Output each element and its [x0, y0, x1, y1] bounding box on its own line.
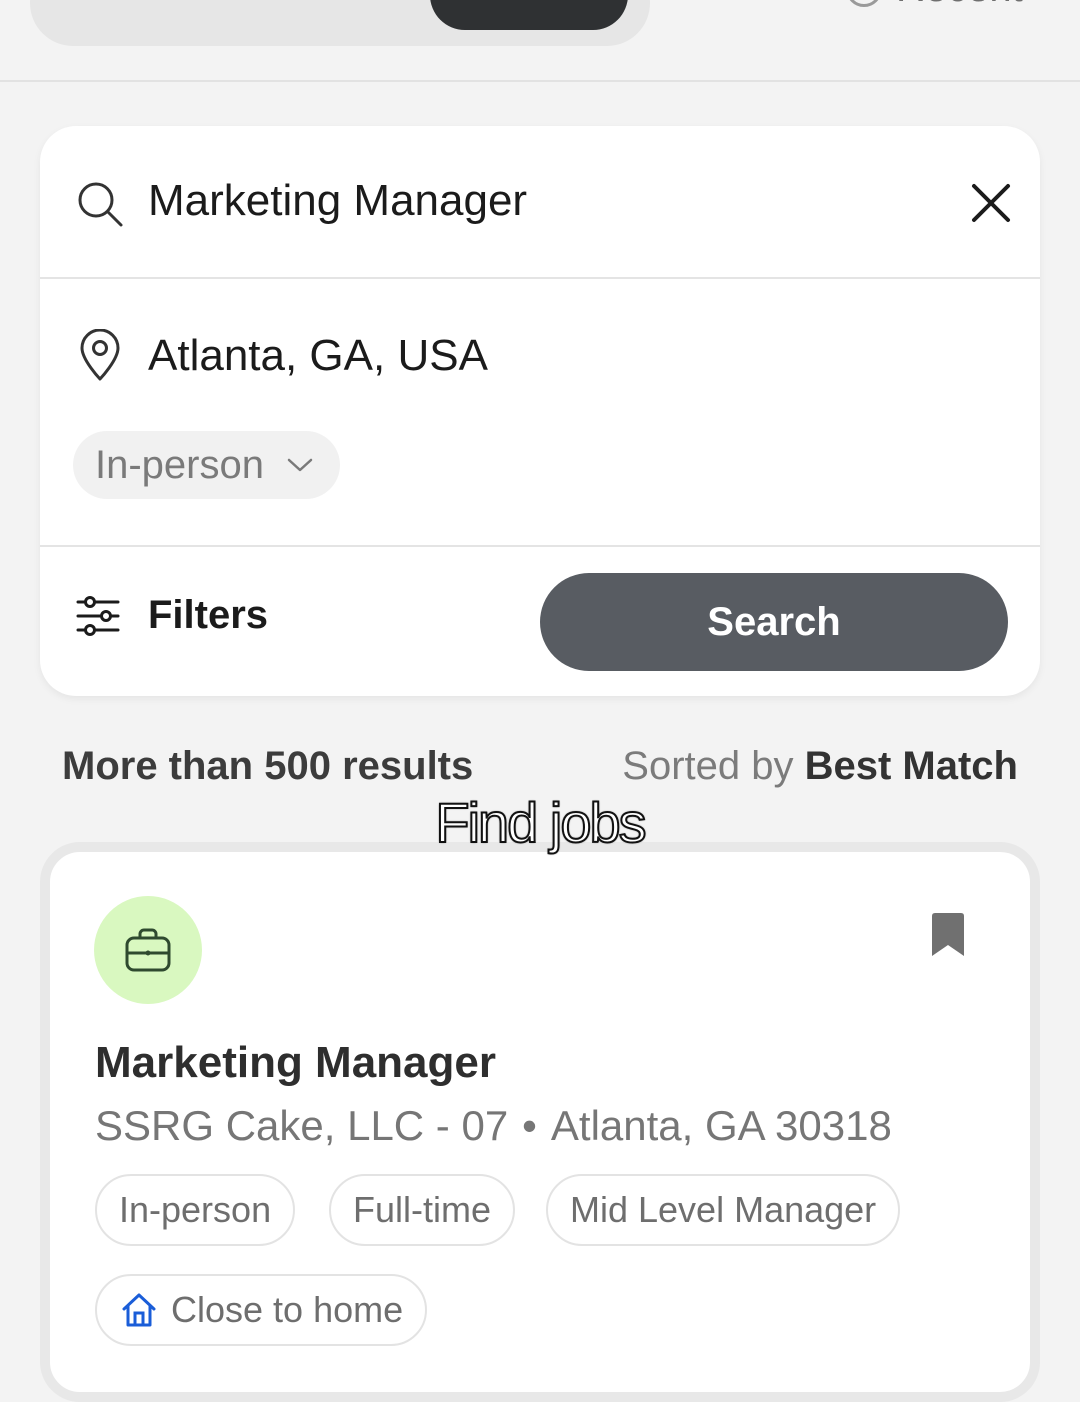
filters-label: Filters [148, 593, 269, 637]
sort-value: Best Match [804, 744, 1018, 788]
clock-icon [846, 0, 882, 7]
close-icon[interactable] [966, 178, 1016, 228]
job-company: SSRG Cake, LLC - 07 [95, 1102, 509, 1149]
filters-button[interactable]: Filters [76, 593, 268, 638]
tag-commute: Close to home [95, 1274, 428, 1346]
meta-separator: • [522, 1102, 537, 1149]
job-card[interactable]: Marketing Manager SSRG Cake, LLC - 07 • At… [40, 842, 1040, 1402]
chevron-down-icon [287, 458, 313, 472]
keyword-search-input[interactable] [148, 171, 928, 231]
job-company-location: SSRG Cake, LLC - 07 • Atlanta, GA 30318 [95, 1102, 892, 1150]
location-input[interactable] [148, 326, 928, 386]
location-pin-icon [80, 329, 120, 381]
tag-work-type: In-person [95, 1174, 296, 1246]
filters-icon [76, 595, 120, 636]
sort-prefix: Sorted by [622, 744, 794, 788]
video-caption: Find jobs [434, 790, 647, 855]
tag-employment-type: Full-time [329, 1174, 516, 1246]
company-logo [94, 896, 202, 1004]
briefcase-icon [125, 928, 171, 972]
commute-label: Close to home [171, 1289, 404, 1330]
bookmark-icon[interactable] [928, 912, 968, 958]
tag-seniority: Mid Level Manager [546, 1174, 901, 1246]
keyword-row [40, 126, 1040, 279]
job-location: Atlanta, GA 30318 [550, 1102, 892, 1149]
home-icon [122, 1293, 156, 1327]
search-button-label: Search [707, 599, 841, 644]
search-button[interactable]: Search [540, 573, 1008, 671]
search-card: In-person Filters Search [40, 126, 1040, 696]
location-row: In-person [40, 279, 1040, 547]
top-tab-bar: Recent [0, 0, 1080, 82]
active-segment-tab[interactable] [430, 0, 628, 30]
tab-recent-label: Recent [896, 0, 1023, 11]
search-actions-row: Filters Search [40, 547, 1040, 696]
work-type-dropdown[interactable]: In-person [73, 431, 340, 499]
results-count: More than 500 results [62, 744, 474, 788]
sort-selector[interactable]: Sorted by Best Match [622, 744, 1018, 789]
job-title[interactable]: Marketing Manager [95, 1038, 496, 1088]
tab-recent[interactable]: Recent [846, 0, 1023, 11]
work-type-value: In-person [95, 442, 264, 487]
search-icon [78, 182, 123, 227]
